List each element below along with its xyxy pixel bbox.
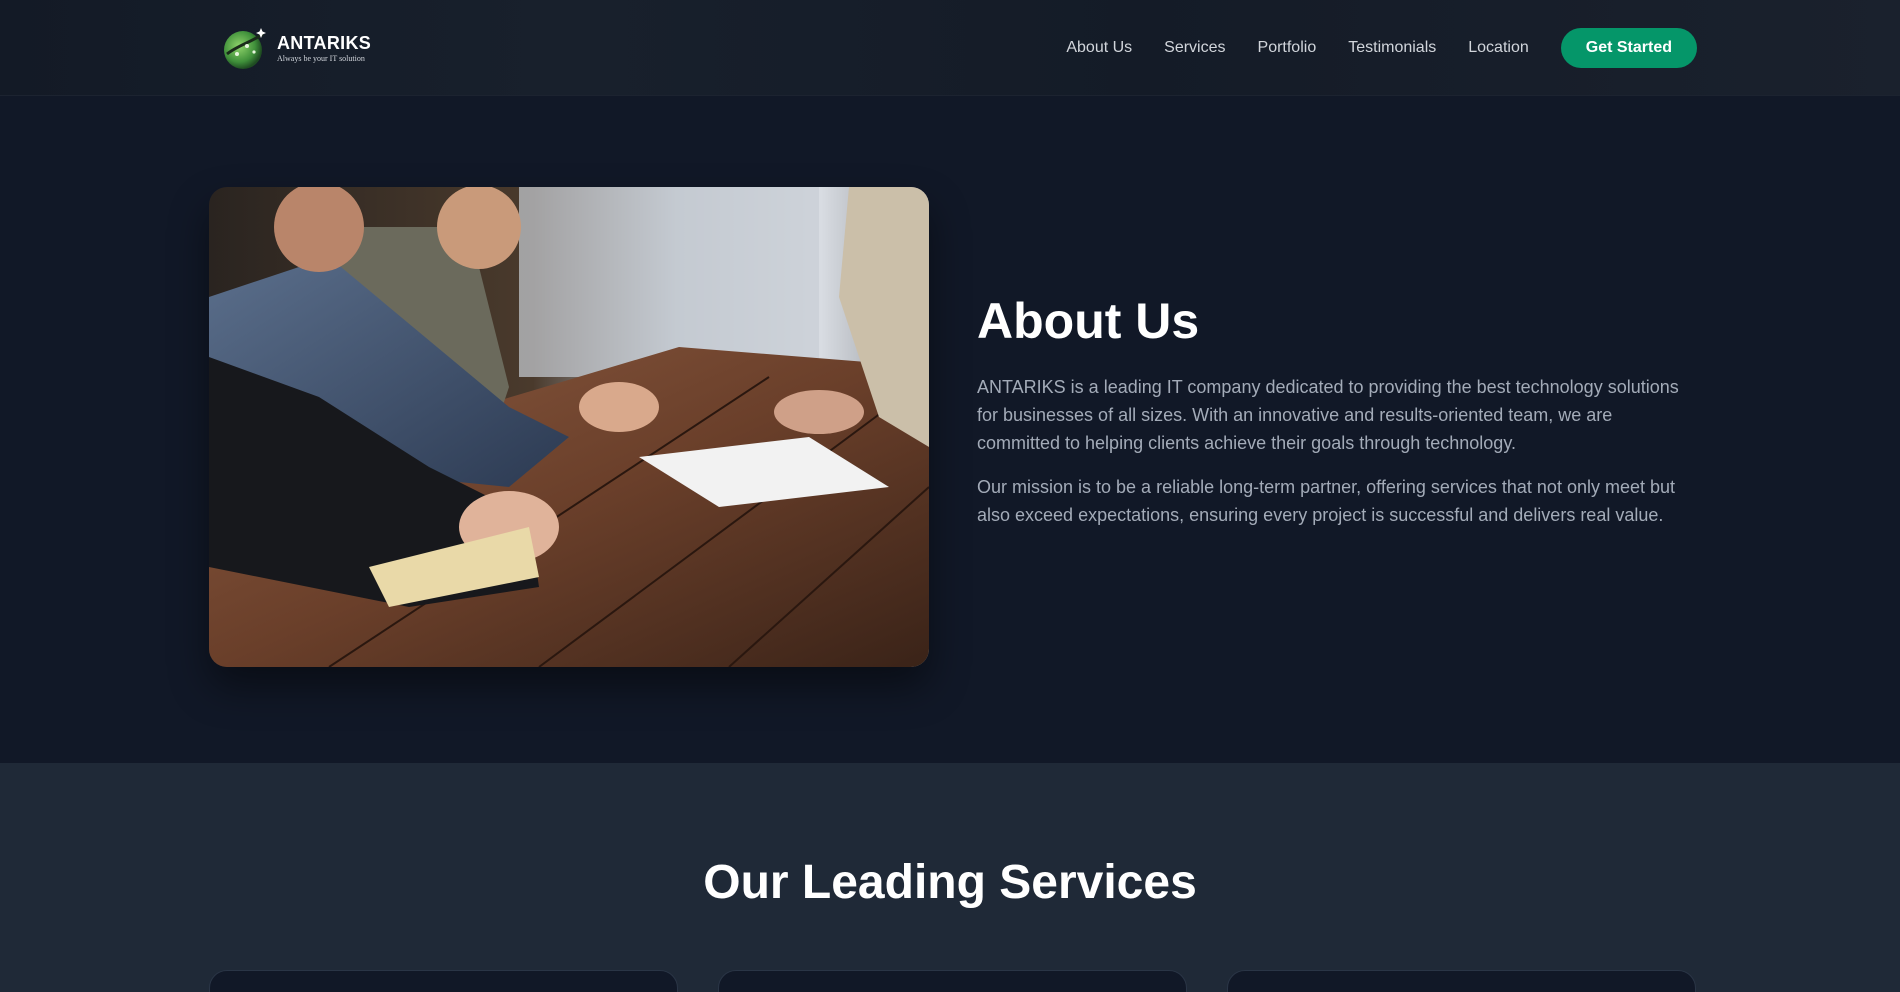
planet-logo-icon (221, 24, 269, 72)
nav-link-services[interactable]: Services (1164, 39, 1225, 57)
nav-link-portfolio[interactable]: Portfolio (1258, 39, 1317, 57)
nav-link-about-us[interactable]: About Us (1066, 39, 1132, 57)
nav-link-testimonials[interactable]: Testimonials (1348, 39, 1436, 57)
brand-text: ANTARIKS Always be your IT solution (277, 34, 371, 63)
services-section: Our Leading Services (0, 763, 1900, 992)
brand-logo-link[interactable]: ANTARIKS Always be your IT solution (221, 24, 371, 72)
about-section: About Us ANTARIKS is a leading IT compan… (0, 96, 1900, 763)
nav-link-location[interactable]: Location (1468, 39, 1529, 57)
brand-name: ANTARIKS (277, 32, 372, 53)
navbar-inner: ANTARIKS Always be your IT solution Abou… (209, 0, 1697, 96)
team-meeting-photo (209, 187, 929, 667)
get-started-button[interactable]: Get Started (1560, 28, 1697, 68)
nav-links: About Us Services Portfolio Testimonials… (1066, 28, 1697, 68)
navbar: ANTARIKS Always be your IT solution Abou… (0, 0, 1900, 96)
brand-tagline: Always be your IT solution (277, 53, 365, 63)
about-paragraph-mission: Our mission is to be a reliable long-ter… (977, 477, 1676, 525)
service-card[interactable] (209, 970, 678, 992)
about-paragraph-intro: ANTARIKS is a leading IT company dedicat… (977, 377, 1679, 453)
service-card[interactable] (1227, 970, 1696, 992)
about-heading: About Us (977, 293, 1200, 349)
about-text: About Us ANTARIKS is a leading IT compan… (977, 294, 1697, 545)
service-card[interactable] (718, 970, 1187, 992)
services-heading: Our Leading Services (703, 856, 1197, 909)
